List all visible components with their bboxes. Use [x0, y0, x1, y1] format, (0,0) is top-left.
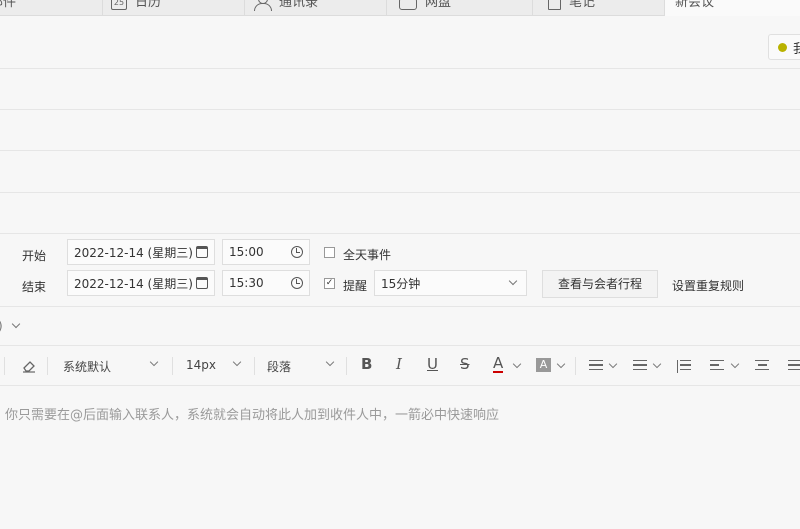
- font-family-select[interactable]: 系统默认: [63, 358, 111, 375]
- end-time-value: 15:30: [229, 276, 264, 290]
- tab-calendar[interactable]: 25 日历: [103, 0, 245, 16]
- reminder-label: 提醒: [343, 279, 368, 293]
- tab-contacts-label: 通讯录: [279, 0, 319, 10]
- tab-notes[interactable]: 笔记: [533, 0, 665, 16]
- chevron-down-icon: [149, 357, 159, 367]
- chevron-down-icon[interactable]: [11, 319, 21, 329]
- start-label: 开始: [22, 249, 47, 263]
- chevron-down-icon: [730, 359, 740, 369]
- attendees-field-row[interactable]: [0, 25, 800, 69]
- reminder-checkbox[interactable]: ✓: [324, 278, 335, 289]
- chevron-down-icon: [512, 359, 522, 369]
- end-time-row: 结束 2022-12-14 (星期三) 15:30 ✓ 提醒 15分钟 查看与会…: [0, 270, 800, 300]
- bold-button[interactable]: B: [361, 355, 372, 373]
- options-paren: ): [0, 319, 3, 333]
- end-label: 结束: [22, 280, 47, 294]
- reminder-select[interactable]: 15分钟: [374, 270, 527, 296]
- italic-button[interactable]: I: [396, 355, 402, 373]
- align-right-icon[interactable]: [788, 360, 800, 373]
- font-size-value: 14px: [186, 358, 216, 372]
- date-picker-icon[interactable]: [196, 277, 208, 289]
- notes-icon: [548, 0, 561, 10]
- chevron-down-icon: [652, 359, 662, 369]
- paragraph-select[interactable]: 段落: [267, 358, 291, 375]
- reminder-value: 15分钟: [381, 276, 421, 291]
- underline-button[interactable]: U: [427, 355, 438, 373]
- align-center-icon[interactable]: [755, 360, 769, 373]
- start-date-value: 2022-12-14 (星期三): [74, 245, 193, 260]
- start-time-row: 开始 2022-12-14 (星期三) 15:00 全天事件: [0, 239, 800, 269]
- tab-disk[interactable]: 网盘: [387, 0, 533, 16]
- editor-placeholder[interactable]: 你只需要在@后面输入联系人，系统就会自动将此人加到收件人中，一箭必中快速响应: [5, 404, 499, 423]
- chevron-down-icon: [556, 359, 566, 369]
- room-field-row[interactable]: [0, 151, 800, 193]
- clock-icon[interactable]: [291, 277, 303, 289]
- chevron-down-icon: [232, 357, 242, 367]
- location-field-row[interactable]: [0, 110, 800, 151]
- allday-checkbox[interactable]: [324, 247, 335, 258]
- tab-mail-label: 邮件: [0, 0, 17, 10]
- bullet-list-icon[interactable]: [589, 360, 603, 373]
- clock-icon[interactable]: [291, 246, 303, 258]
- toolbar-separator: [172, 357, 173, 375]
- tab-calendar-label: 日历: [135, 0, 162, 10]
- start-time-value: 15:00: [229, 245, 264, 259]
- toolbar-separator: [47, 357, 48, 375]
- toolbar-separator: [4, 357, 5, 375]
- align-left-icon[interactable]: [710, 360, 724, 373]
- extra-field-row[interactable]: [0, 193, 800, 234]
- date-picker-icon[interactable]: [196, 246, 208, 258]
- editor-toolbar: 系统默认 14px 段落 B I U S A A: [0, 346, 800, 386]
- background-color-button[interactable]: A: [536, 358, 551, 372]
- options-row[interactable]: ): [0, 306, 800, 346]
- chevron-down-icon: [608, 359, 618, 369]
- tab-disk-label: 网盘: [425, 0, 452, 10]
- toolbar-separator: [575, 357, 576, 375]
- font-size-select[interactable]: 14px: [186, 358, 216, 372]
- font-color-button[interactable]: A: [493, 355, 504, 373]
- tab-new-meeting-label: 新会议: [675, 0, 715, 10]
- chevron-down-icon: [508, 276, 518, 286]
- top-tab-bar: 邮件 25 日历 通讯录 网盘 笔记 新会议: [0, 0, 800, 16]
- indent-icon[interactable]: [677, 360, 691, 374]
- numbered-list-icon[interactable]: [633, 360, 647, 373]
- toolbar-separator: [346, 357, 347, 375]
- repeat-rule-link[interactable]: 设置重复规则: [672, 277, 744, 294]
- contacts-icon: [253, 0, 272, 11]
- tab-new-meeting[interactable]: 新会议: [665, 0, 800, 16]
- toolbar-separator: [254, 357, 255, 375]
- font-family-value: 系统默认: [63, 360, 112, 374]
- tab-mail[interactable]: 邮件: [0, 0, 103, 16]
- strikethrough-button[interactable]: S: [460, 355, 470, 373]
- view-attendee-schedule-button[interactable]: 查看与会者行程: [542, 270, 658, 298]
- subject-field-row[interactable]: [0, 69, 800, 110]
- end-time-input[interactable]: 15:30: [222, 270, 310, 296]
- start-date-input[interactable]: 2022-12-14 (星期三): [67, 239, 215, 265]
- eraser-icon[interactable]: [21, 358, 37, 374]
- allday-label: 全天事件: [343, 248, 392, 262]
- disk-icon: [399, 0, 417, 10]
- paragraph-value: 段落: [267, 360, 292, 374]
- end-date-input[interactable]: 2022-12-14 (星期三): [67, 270, 215, 296]
- tab-notes-label: 笔记: [569, 0, 596, 10]
- chevron-down-icon: [325, 357, 335, 367]
- end-date-value: 2022-12-14 (星期三): [74, 276, 193, 291]
- calendar-icon: 25: [111, 0, 127, 10]
- tab-contacts[interactable]: 通讯录: [245, 0, 387, 16]
- start-time-input[interactable]: 15:00: [222, 239, 310, 265]
